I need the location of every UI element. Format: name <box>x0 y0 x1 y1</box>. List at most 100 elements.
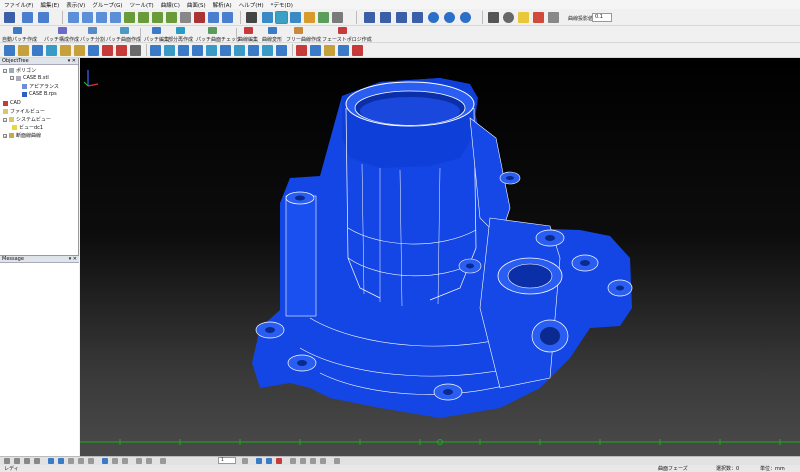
light-icon[interactable] <box>136 458 142 464</box>
measure-icon[interactable] <box>112 458 118 464</box>
axis-z-icon[interactable] <box>396 12 407 23</box>
grid-icon[interactable] <box>533 12 544 23</box>
tree-item[interactable]: CASE B.rps <box>22 91 57 97</box>
axis-x-icon[interactable] <box>364 12 375 23</box>
apply-icon[interactable] <box>242 458 248 464</box>
pan-icon[interactable] <box>194 12 205 23</box>
auto-patch-button[interactable]: 自動パッチ作成 <box>2 36 37 43</box>
face-topology-button[interactable]: フェーストポロジ作成 <box>322 36 372 43</box>
view-side-icon[interactable] <box>138 12 149 23</box>
undo-icon[interactable] <box>22 12 33 23</box>
redo-icon[interactable] <box>38 12 49 23</box>
page-input[interactable]: 1 <box>218 457 236 464</box>
tool-a-icon[interactable] <box>256 458 262 464</box>
casing-model[interactable] <box>252 78 633 418</box>
expand-toggle-icon[interactable]: + <box>3 133 7 138</box>
render-mode-icon[interactable] <box>246 12 257 23</box>
color-icon[interactable] <box>146 458 152 464</box>
tool-1-icon[interactable] <box>4 45 15 56</box>
tool-16-icon[interactable] <box>220 45 231 56</box>
tool-e-icon[interactable] <box>300 458 306 464</box>
collapse-toggle-icon[interactable]: − <box>3 117 7 122</box>
hide-icon[interactable] <box>78 458 84 464</box>
tree-item[interactable]: アピアランス <box>22 83 59 90</box>
collapse-toggle-icon[interactable]: − <box>3 68 7 73</box>
axis-xyz-icon[interactable] <box>412 12 423 23</box>
tool-11-icon[interactable] <box>150 45 161 56</box>
tool-h-icon[interactable] <box>334 458 340 464</box>
menu-edit[interactable]: 編集(E) <box>40 1 59 9</box>
collapse-toggle-icon[interactable]: − <box>10 76 14 80</box>
free-curve-button[interactable]: フリー曲線作成 <box>286 36 321 43</box>
model-canvas[interactable] <box>80 58 800 456</box>
tool-3-icon[interactable] <box>32 45 43 56</box>
save-icon[interactable] <box>4 12 15 23</box>
menu-curve[interactable]: 曲線(C) <box>161 1 180 9</box>
tool-15-icon[interactable] <box>206 45 217 56</box>
partial-rebuild-button[interactable]: 部分再作成 <box>168 36 193 43</box>
highlight-icon[interactable] <box>518 12 529 23</box>
tool-d-icon[interactable] <box>290 458 296 464</box>
section-icon[interactable] <box>122 458 128 464</box>
tool-2-icon[interactable] <box>18 45 29 56</box>
options-icon[interactable] <box>160 458 166 464</box>
tool-14-icon[interactable] <box>192 45 203 56</box>
tool-10-icon[interactable] <box>130 45 141 56</box>
nav-last-icon[interactable] <box>34 458 40 464</box>
tool-c-icon[interactable] <box>276 458 282 464</box>
tree-item[interactable]: + 断面線曲線 <box>3 132 41 139</box>
view-top-icon[interactable] <box>152 12 163 23</box>
tree-item[interactable]: ファイルビュー <box>3 108 45 115</box>
grid-options-icon[interactable] <box>548 12 559 23</box>
tool-12-icon[interactable] <box>164 45 175 56</box>
menu-demo[interactable]: *デモ(D) <box>271 1 293 9</box>
tool-7-icon[interactable] <box>88 45 99 56</box>
rotate-z-icon[interactable] <box>460 12 471 23</box>
filter-icon[interactable] <box>68 458 74 464</box>
snap-icon[interactable] <box>488 12 499 23</box>
patch-structure-button[interactable]: パッチ構成作成 <box>44 36 79 43</box>
view-reset-icon[interactable] <box>208 12 219 23</box>
surface-display-icon[interactable] <box>304 12 315 23</box>
tree-item[interactable]: CAD <box>3 100 21 106</box>
tool-22-icon[interactable] <box>310 45 321 56</box>
tool-18-icon[interactable] <box>248 45 259 56</box>
tool-21-icon[interactable] <box>296 45 307 56</box>
nav-next-icon[interactable] <box>24 458 30 464</box>
edges-icon[interactable] <box>290 12 301 23</box>
nav-prev-icon[interactable] <box>14 458 20 464</box>
select-icon[interactable] <box>48 458 54 464</box>
tool-19-icon[interactable] <box>262 45 273 56</box>
tool-4-icon[interactable] <box>46 45 57 56</box>
menu-view[interactable]: 表示(V) <box>66 1 85 9</box>
view-iso-icon[interactable] <box>166 12 177 23</box>
menu-tools[interactable]: ツール(T) <box>130 1 154 9</box>
menu-group[interactable]: グループ(G) <box>92 1 122 9</box>
tree-item[interactable]: − ポリゴン <box>3 67 36 74</box>
tool-f-icon[interactable] <box>310 458 316 464</box>
message-close-icon[interactable]: ▾ ✕ <box>69 256 77 262</box>
tool-5-icon[interactable] <box>60 45 71 56</box>
tool-17-icon[interactable] <box>234 45 245 56</box>
patch-edit-button[interactable]: パッチ編集 <box>144 36 169 43</box>
menu-help[interactable]: ヘルプ(H) <box>239 1 264 9</box>
menu-surface[interactable]: 曲面(S) <box>187 1 206 9</box>
pick-icon[interactable] <box>102 458 108 464</box>
shading-icon[interactable] <box>262 12 273 23</box>
curve-edit-button[interactable]: 曲線編集 <box>238 36 258 43</box>
rotate-y-icon[interactable] <box>444 12 455 23</box>
rotate-x-icon[interactable] <box>428 12 439 23</box>
patch-split-button[interactable]: パッチ分割 <box>80 36 105 43</box>
tool-6-icon[interactable] <box>74 45 85 56</box>
zoom-in-icon[interactable] <box>68 12 79 23</box>
rotate-icon[interactable] <box>180 12 191 23</box>
lasso-icon[interactable] <box>58 458 64 464</box>
tree-item[interactable]: ビューdc1 <box>12 124 43 131</box>
texture-icon[interactable] <box>318 12 329 23</box>
menu-file[interactable]: ファイル(F) <box>4 1 33 9</box>
tool-9-icon[interactable] <box>116 45 127 56</box>
view-front-icon[interactable] <box>124 12 135 23</box>
tool-13-icon[interactable] <box>178 45 189 56</box>
curve-deform-button[interactable]: 曲線変形 <box>262 36 282 43</box>
wireframe-icon[interactable] <box>275 11 288 24</box>
